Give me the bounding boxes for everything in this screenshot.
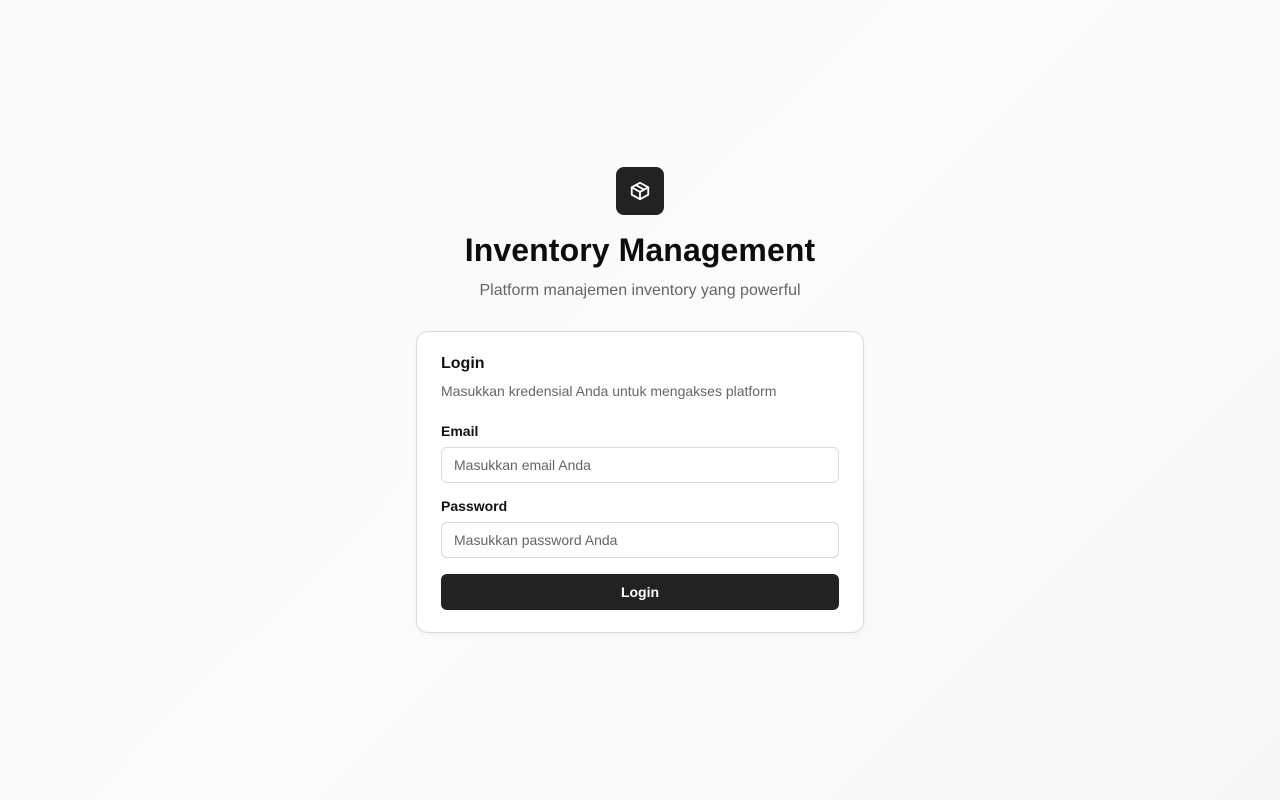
app-title: Inventory Management	[464, 232, 816, 268]
login-card-description: Masukkan kredensial Anda untuk mengakses…	[441, 383, 777, 399]
login-card: Login Masukkan kredensial Anda untuk men…	[416, 331, 864, 633]
password-field-group: Password	[441, 497, 839, 558]
app-logo	[616, 167, 664, 215]
login-button[interactable]: Login	[441, 574, 839, 610]
password-input[interactable]	[441, 522, 839, 558]
email-field-group: Email	[441, 422, 839, 483]
password-label: Password	[441, 498, 508, 514]
login-page: Inventory Management Platform manajemen …	[0, 0, 1280, 800]
package-icon	[630, 181, 650, 201]
app-subtitle: Platform manajemen inventory yang powerf…	[479, 282, 801, 299]
email-label: Email	[441, 423, 479, 439]
login-card-title: Login	[441, 355, 485, 372]
brand-header: Inventory Management Platform manajemen …	[0, 167, 1280, 301]
email-input[interactable]	[441, 447, 839, 483]
